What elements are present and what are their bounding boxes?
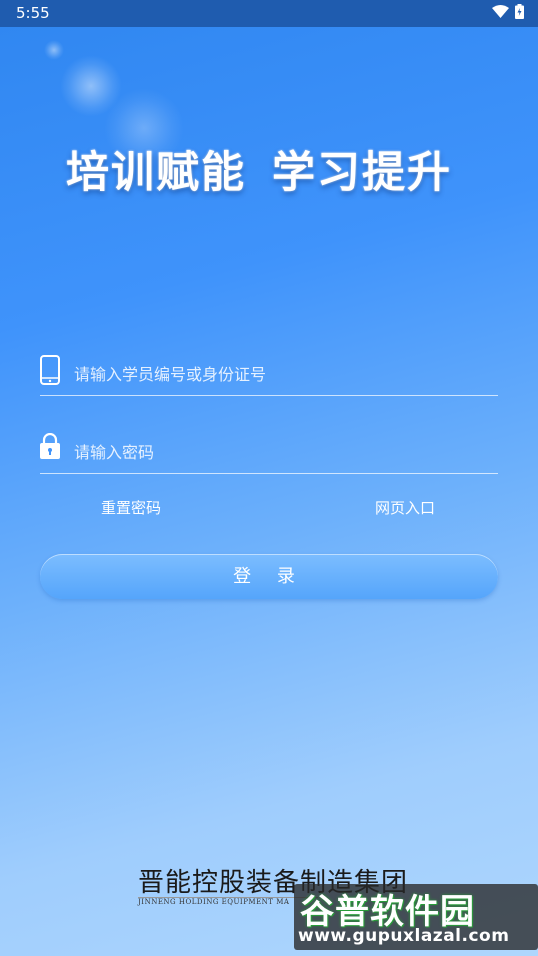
web-entry-link[interactable]: 网页入口 (375, 497, 435, 518)
hero-slogan-part2: 学习提升 (272, 148, 452, 198)
light-glow (44, 40, 64, 60)
watermark-url: www.gupuxlazal.com (298, 926, 510, 946)
hero-slogan: 培训赋能 学习提升 (66, 138, 486, 200)
status-bar: 5:55 (0, 0, 538, 27)
password-input[interactable]: 请输入密码 (74, 439, 154, 463)
phone-icon (40, 355, 60, 385)
watermark: 谷普软件园 www.gupuxlazal.com (294, 884, 538, 950)
login-button[interactable]: 登 录 (40, 554, 498, 599)
status-time: 5:55 (16, 4, 50, 22)
battery-icon (515, 4, 524, 19)
status-icons (492, 4, 524, 19)
hero-slogan-part1: 培训赋能 (66, 148, 246, 198)
account-field[interactable]: 请输入学员编号或身份证号 (40, 345, 498, 396)
password-field[interactable]: 请输入密码 (40, 423, 498, 474)
lock-icon (40, 433, 60, 459)
account-input[interactable]: 请输入学员编号或身份证号 (74, 361, 266, 385)
wifi-icon (492, 5, 509, 18)
reset-password-link[interactable]: 重置密码 (101, 497, 161, 518)
